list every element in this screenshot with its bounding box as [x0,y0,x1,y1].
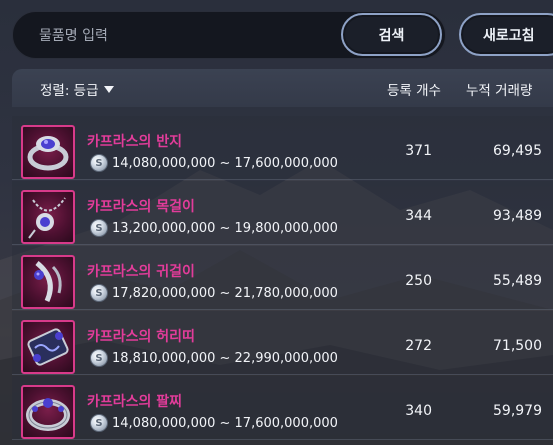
registered-count: 344 [405,208,432,224]
price-range: S 13,200,000,000 ~ 19,800,000,000 [90,219,338,237]
registered-count: 371 [405,143,432,159]
earring-icon [21,255,75,309]
price-range: S 18,810,000,000 ~ 22,990,000,000 [90,349,338,367]
price-text: 13,200,000,000 ~ 19,800,000,000 [112,220,338,236]
silver-coin-icon: S [90,154,108,172]
registered-count: 272 [405,338,432,354]
price-text: 14,080,000,000 ~ 17,600,000,000 [112,415,338,431]
column-header-count[interactable]: 등록 개수 [387,79,441,99]
refresh-button[interactable]: 새로고침 [459,13,553,56]
trade-volume: 71,500 [493,338,542,354]
column-header-volume[interactable]: 누적 거래량 [466,79,532,99]
price-range: S 14,080,000,000 ~ 17,600,000,000 [90,154,338,172]
bracelet-icon [21,385,75,439]
item-name: 카프라스의 귀걸이 [87,264,195,280]
silver-coin-icon: S [90,414,108,432]
trade-volume: 55,489 [493,273,542,289]
trade-volume: 69,495 [493,143,542,159]
price-text: 18,810,000,000 ~ 22,990,000,000 [112,350,338,366]
search-input[interactable] [39,25,329,47]
silver-coin-icon: S [90,284,108,302]
list-item[interactable]: 카프라스의 목걸이 S 13,200,000,000 ~ 19,800,000,… [12,181,553,245]
price-text: 17,820,000,000 ~ 21,780,000,000 [112,285,338,301]
list-item[interactable]: 카프라스의 반지 S 14,080,000,000 ~ 17,600,000,0… [12,116,553,180]
belt-icon [21,320,75,374]
caret-down-icon [103,85,114,93]
silver-coin-icon: S [90,219,108,237]
item-name: 카프라스의 팔찌 [87,394,183,410]
necklace-icon [21,190,75,244]
price-text: 14,080,000,000 ~ 17,600,000,000 [112,155,338,171]
silver-coin-icon: S [90,349,108,367]
trade-volume: 59,979 [493,403,542,419]
item-name: 카프라스의 허리띠 [87,329,195,345]
price-range: S 17,820,000,000 ~ 21,780,000,000 [90,284,338,302]
list-item[interactable]: 카프라스의 귀걸이 S 17,820,000,000 ~ 21,780,000,… [12,246,553,310]
trade-volume: 93,489 [493,208,542,224]
registered-count: 340 [405,403,432,419]
list-header: 정렬: 등급 등록 개수 누적 거래량 [12,69,553,107]
list-item[interactable]: 카프라스의 허리띠 S 18,810,000,000 ~ 22,990,000,… [12,311,553,375]
registered-count: 250 [405,273,432,289]
sort-dropdown[interactable]: 정렬: 등급 [40,79,114,99]
price-range: S 14,080,000,000 ~ 17,600,000,000 [90,414,338,432]
sort-label: 정렬: 등급 [40,83,99,99]
item-name: 카프라스의 반지 [87,134,183,150]
list-item[interactable]: 카프라스의 팔찌 S 14,080,000,000 ~ 17,600,000,0… [12,376,553,440]
item-name: 카프라스의 목걸이 [87,199,195,215]
ring-icon [21,125,75,179]
search-button[interactable]: 검색 [341,13,442,56]
